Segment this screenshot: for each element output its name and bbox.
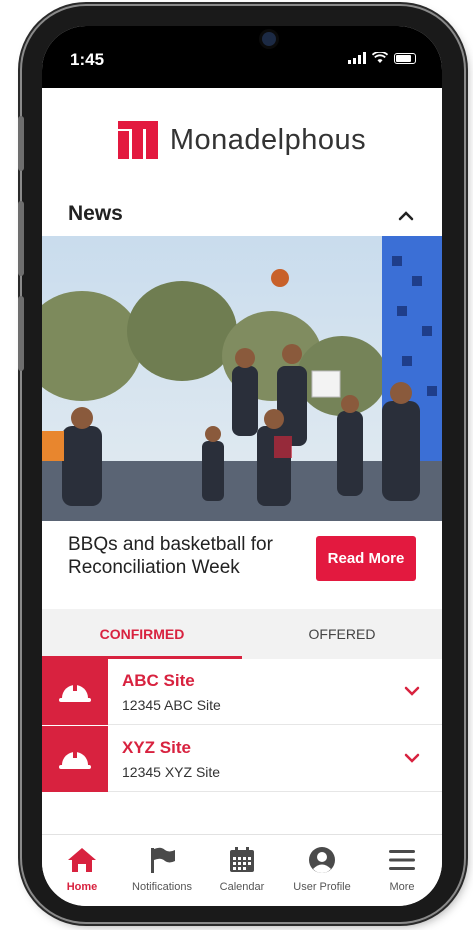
site-icon-container (42, 726, 108, 792)
site-row-xyz[interactable]: XYZ Site 12345 XYZ Site (42, 726, 442, 792)
brand-name: Monadelphous (169, 123, 367, 156)
home-icon (68, 848, 96, 872)
signal-icon (348, 52, 366, 64)
flag-icon (151, 847, 175, 873)
bottom-navigation: Home Notifications Calendar User Profile… (42, 834, 442, 906)
nav-label: Notifications (132, 881, 192, 893)
volume-up-button (18, 201, 24, 276)
hard-hat-icon (59, 750, 91, 769)
app-screen: 1:45 Monadelphous News BBQs and basketba… (42, 26, 442, 906)
nav-more[interactable]: More (362, 843, 442, 906)
nav-notifications[interactable]: Notifications (122, 843, 202, 906)
calendar-icon (230, 847, 254, 872)
news-section-header[interactable]: News (42, 198, 442, 238)
read-more-button[interactable]: Read More (316, 536, 416, 581)
status-time: 1:45 (70, 50, 105, 69)
tab-confirmed[interactable]: CONFIRMED (42, 609, 242, 659)
chevron-up-icon[interactable] (396, 206, 416, 226)
news-headline: BBQs and basketball for Reconciliation W… (68, 534, 273, 578)
nav-label: Calendar (219, 881, 265, 893)
chevron-down-icon[interactable] (404, 752, 420, 764)
site-row-abc[interactable]: ABC Site 12345 ABC Site (42, 659, 442, 725)
user-icon (309, 847, 335, 873)
phone-frame: 1:45 Monadelphous News BBQs and basketba… (18, 6, 464, 922)
site-tabs: CONFIRMED OFFERED (42, 609, 442, 659)
status-bar: 1:45 (42, 26, 442, 88)
hard-hat-icon (59, 683, 91, 702)
nav-calendar[interactable]: Calendar (202, 843, 282, 906)
nav-home[interactable]: Home (42, 843, 122, 906)
monadelphous-logo-icon (117, 121, 158, 159)
chevron-down-icon[interactable] (404, 685, 420, 697)
news-title: News (68, 202, 123, 225)
app-logo: Monadelphous (42, 121, 442, 159)
basketball-photo (42, 236, 442, 521)
news-image[interactable] (42, 236, 442, 521)
nav-label: More (389, 881, 415, 893)
status-icons (348, 52, 416, 64)
nav-user-profile[interactable]: User Profile (282, 843, 362, 906)
mute-switch (18, 116, 24, 171)
site-name: XYZ Site (122, 738, 191, 757)
nav-label: User Profile (293, 881, 351, 893)
wifi-icon (372, 52, 388, 63)
nav-label: Home (66, 881, 98, 893)
battery-icon (394, 52, 416, 64)
tab-offered[interactable]: OFFERED (242, 609, 442, 659)
site-subtitle: 12345 ABC Site (122, 697, 221, 713)
front-camera (262, 32, 276, 46)
site-subtitle: 12345 XYZ Site (122, 764, 221, 780)
site-name: ABC Site (122, 671, 195, 690)
site-icon-container (42, 659, 108, 725)
volume-down-button (18, 296, 24, 371)
menu-icon (389, 850, 415, 870)
